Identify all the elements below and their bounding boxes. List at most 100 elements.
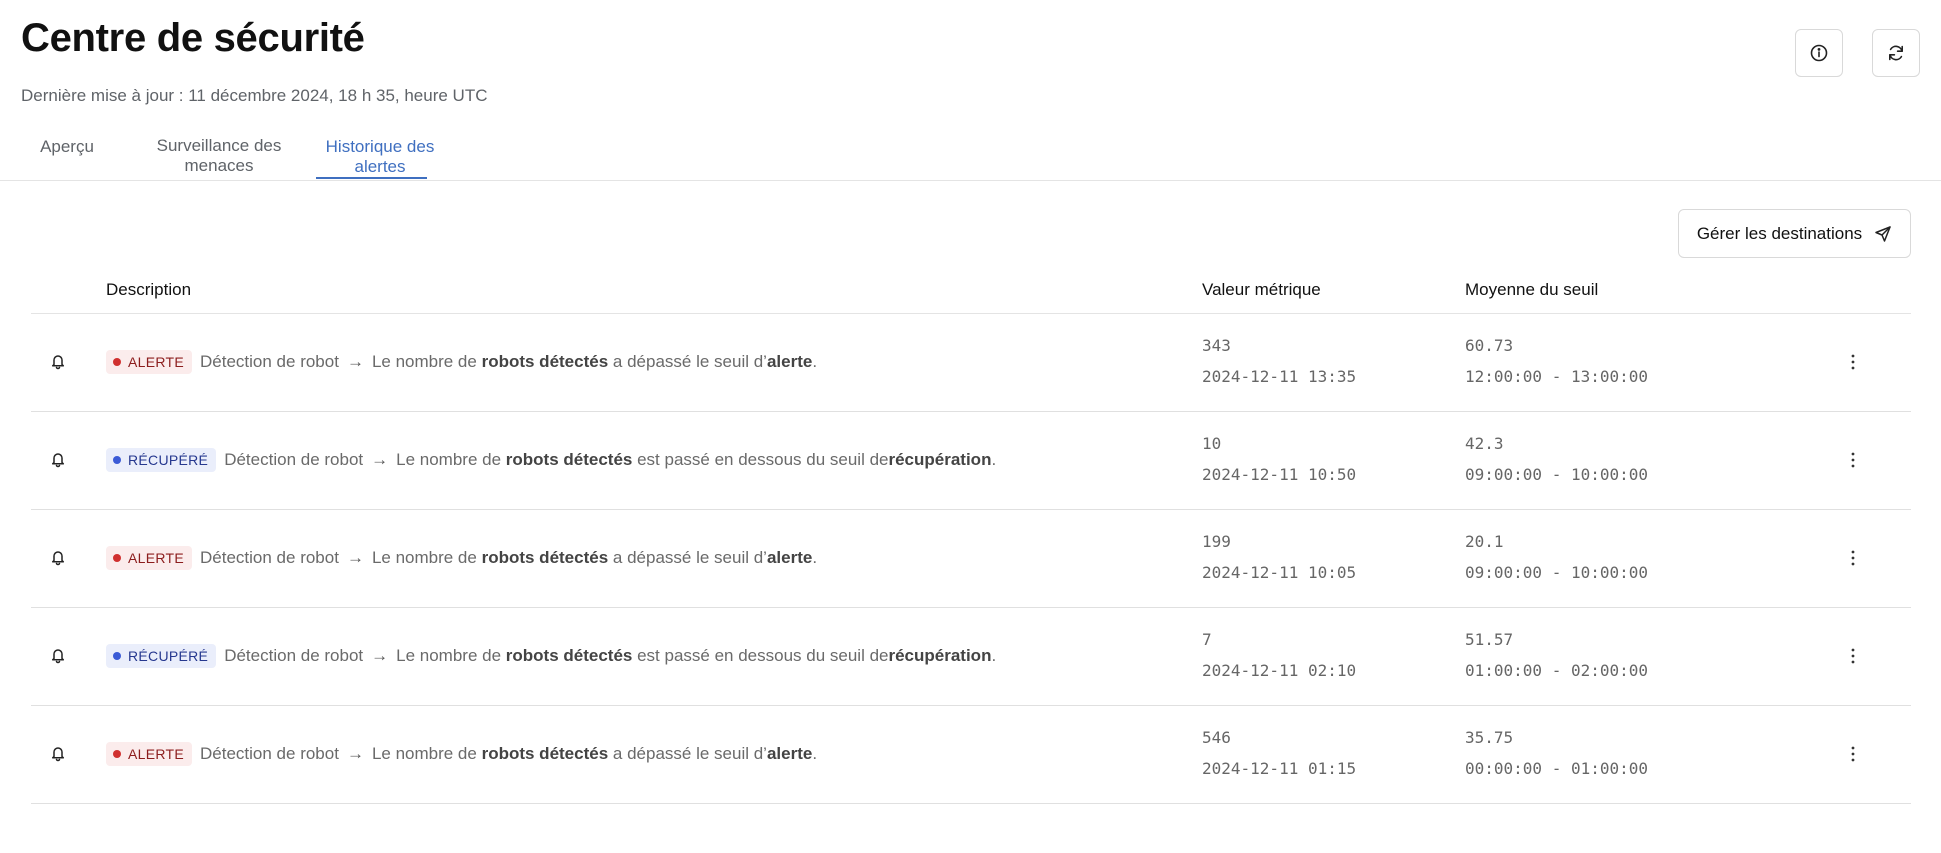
row-actions-button[interactable] bbox=[1844, 742, 1862, 766]
info-button[interactable] bbox=[1795, 29, 1843, 77]
arrow-right-icon: → bbox=[346, 548, 364, 567]
arrow-right-icon: → bbox=[371, 646, 389, 665]
alert-metric-name: robots détectés bbox=[505, 646, 633, 665]
alert-description: ALERTE Détection de robot → Le nombre de… bbox=[106, 742, 817, 766]
more-vertical-icon bbox=[1851, 550, 1855, 566]
status-dot bbox=[113, 358, 121, 366]
alert-metric-name: robots détectés bbox=[505, 450, 633, 469]
alert-text: a dépassé le seuil d’ bbox=[612, 548, 767, 567]
status-badge: RÉCUPÉRÉ bbox=[106, 644, 217, 668]
alert-text-end: . bbox=[991, 646, 997, 665]
metric-value: 343 bbox=[1202, 336, 1231, 355]
tab-apercu[interactable]: Aperçu bbox=[35, 137, 99, 157]
bell-icon bbox=[51, 355, 65, 370]
tab-label-line1: Surveillance des bbox=[156, 136, 282, 155]
alert-threshold-name: alerte bbox=[766, 744, 813, 763]
threshold-average: 20.1 bbox=[1465, 532, 1504, 551]
alert-metric-name: robots détectés bbox=[481, 744, 609, 763]
table-row[interactable]: ALERTE Détection de robot → Le nombre de… bbox=[31, 706, 1911, 804]
tabs-divider bbox=[0, 180, 1941, 181]
threshold-time-range: 01:00:00 - 02:00:00 bbox=[1465, 661, 1649, 680]
last-updated-text: Dernière mise à jour : 11 décembre 2024,… bbox=[21, 86, 488, 105]
threshold-time-range: 00:00:00 - 01:00:00 bbox=[1465, 759, 1649, 778]
active-tab-indicator bbox=[316, 177, 427, 179]
status-badge: RÉCUPÉRÉ bbox=[106, 448, 217, 472]
table-row[interactable]: ALERTE Détection de robot → Le nombre de… bbox=[31, 314, 1911, 412]
metric-value: 199 bbox=[1202, 532, 1231, 551]
status-dot bbox=[113, 652, 121, 660]
table-row[interactable]: RÉCUPÉRÉ Détection de robot → Le nombre … bbox=[31, 412, 1911, 510]
metric-timestamp: 2024-12-11 01:15 bbox=[1202, 759, 1357, 778]
row-actions-button[interactable] bbox=[1844, 644, 1862, 668]
status-dot bbox=[113, 554, 121, 562]
metric-value: 546 bbox=[1202, 728, 1231, 747]
alert-text: Le nombre de bbox=[371, 744, 477, 763]
row-actions-button[interactable] bbox=[1844, 448, 1862, 472]
metric-timestamp: 2024-12-11 10:50 bbox=[1202, 465, 1357, 484]
alert-metric-name: robots détectés bbox=[481, 548, 609, 567]
alert-text: Le nombre de bbox=[396, 450, 502, 469]
more-vertical-icon bbox=[1851, 648, 1855, 664]
table-header: Description Valeur métrique Moyenne du s… bbox=[31, 270, 1911, 314]
threshold-average: 35.75 bbox=[1465, 728, 1514, 747]
tab-label-line2: menaces bbox=[184, 156, 254, 175]
alert-threshold-name: récupération bbox=[888, 646, 992, 665]
manage-destinations-label: Gérer les destinations bbox=[1696, 223, 1863, 243]
table-row[interactable]: ALERTE Détection de robot → Le nombre de… bbox=[31, 510, 1911, 608]
column-header-description: Description bbox=[106, 280, 192, 299]
status-badge: ALERTE bbox=[106, 742, 193, 766]
alert-metric-name: robots détectés bbox=[481, 352, 609, 371]
alert-text-end: . bbox=[991, 450, 997, 469]
alert-text-end: . bbox=[812, 352, 818, 371]
column-header-metric-value: Valeur métrique bbox=[1202, 280, 1321, 299]
status-label: RÉCUPÉRÉ bbox=[128, 648, 209, 664]
row-actions-button[interactable] bbox=[1844, 350, 1862, 374]
tab-surveillance-menaces[interactable]: Surveillance des menaces bbox=[136, 136, 302, 176]
alert-text: est passé en dessous du seuil de bbox=[637, 450, 889, 469]
alert-source: Détection de robot bbox=[200, 744, 339, 763]
metric-value: 10 bbox=[1202, 434, 1222, 453]
arrow-right-icon: → bbox=[371, 450, 389, 469]
threshold-average: 51.57 bbox=[1465, 630, 1514, 649]
threshold-average: 60.73 bbox=[1465, 336, 1514, 355]
manage-destinations-button[interactable]: Gérer les destinations bbox=[1678, 209, 1911, 258]
bell-icon bbox=[51, 453, 65, 468]
refresh-icon bbox=[1888, 45, 1904, 61]
threshold-average: 42.3 bbox=[1465, 434, 1504, 453]
alert-text: a dépassé le seuil d’ bbox=[612, 744, 767, 763]
metric-timestamp: 2024-12-11 13:35 bbox=[1202, 367, 1357, 386]
status-badge: ALERTE bbox=[106, 350, 193, 374]
column-header-threshold-average: Moyenne du seuil bbox=[1465, 280, 1599, 299]
status-badge: ALERTE bbox=[106, 546, 193, 570]
bell-icon bbox=[51, 747, 65, 762]
page-header: Centre de sécurité Dernière mise à jour … bbox=[21, 14, 488, 105]
send-icon bbox=[1875, 225, 1891, 242]
status-label: ALERTE bbox=[128, 550, 185, 566]
threshold-time-range: 12:00:00 - 13:00:00 bbox=[1465, 367, 1649, 386]
alert-source: Détection de robot bbox=[224, 646, 364, 665]
alert-description: RÉCUPÉRÉ Détection de robot → Le nombre … bbox=[106, 644, 996, 668]
alert-threshold-name: alerte bbox=[766, 548, 813, 567]
more-vertical-icon bbox=[1851, 746, 1855, 762]
threshold-time-range: 09:00:00 - 10:00:00 bbox=[1465, 465, 1649, 484]
table-row[interactable]: RÉCUPÉRÉ Détection de robot → Le nombre … bbox=[31, 608, 1911, 706]
alert-text: Le nombre de bbox=[371, 548, 477, 567]
metric-timestamp: 2024-12-11 02:10 bbox=[1202, 661, 1357, 680]
alert-text: est passé en dessous du seuil de bbox=[637, 646, 889, 665]
page-title: Centre de sécurité bbox=[21, 16, 365, 60]
row-actions-button[interactable] bbox=[1844, 546, 1862, 570]
threshold-time-range: 09:00:00 - 10:00:00 bbox=[1465, 563, 1649, 582]
status-dot bbox=[113, 456, 121, 464]
status-label: RÉCUPÉRÉ bbox=[128, 452, 209, 468]
status-dot bbox=[113, 750, 121, 758]
tab-historique-alertes[interactable]: Historique des alertes bbox=[305, 137, 455, 177]
status-label: ALERTE bbox=[128, 354, 185, 370]
metric-timestamp: 2024-12-11 10:05 bbox=[1202, 563, 1357, 582]
alert-description: RÉCUPÉRÉ Détection de robot → Le nombre … bbox=[106, 448, 996, 472]
alert-threshold-name: alerte bbox=[766, 352, 813, 371]
alert-text-end: . bbox=[812, 744, 818, 763]
info-icon bbox=[1810, 44, 1828, 62]
tab-label-line1: Historique des bbox=[325, 137, 435, 156]
status-label: ALERTE bbox=[128, 746, 185, 762]
refresh-button[interactable] bbox=[1872, 29, 1920, 77]
